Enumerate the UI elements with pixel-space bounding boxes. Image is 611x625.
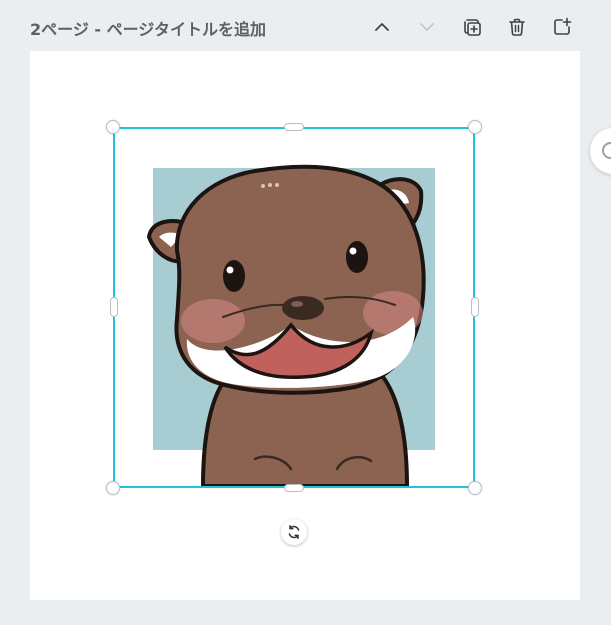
resize-handle-top-right[interactable]	[468, 120, 482, 134]
rotate-icon	[288, 525, 300, 539]
rotate-button[interactable]	[281, 519, 307, 545]
page-header: 2ページ - ページタイトルを追加	[0, 0, 611, 52]
resize-handle-bottom-right[interactable]	[468, 481, 482, 495]
chevron-down-icon	[420, 23, 434, 31]
resize-handle-bottom[interactable]	[284, 484, 304, 492]
move-page-down-button[interactable]	[412, 12, 442, 42]
selection-frame	[113, 127, 475, 488]
chevron-up-icon	[375, 23, 389, 31]
add-page-button[interactable]	[547, 12, 577, 42]
resize-handle-right[interactable]	[471, 297, 479, 317]
add-page-icon	[554, 17, 572, 35]
resize-handle-left[interactable]	[110, 297, 118, 317]
page-title[interactable]: 2ページ - ページタイトルを追加	[30, 16, 266, 40]
circle-icon	[602, 142, 611, 159]
move-page-up-button[interactable]	[367, 12, 397, 42]
duplicate-page-button[interactable]	[457, 12, 487, 42]
delete-page-button[interactable]	[502, 12, 532, 42]
resize-handle-top[interactable]	[284, 123, 304, 131]
duplicate-page-icon	[464, 19, 481, 36]
resize-handle-top-left[interactable]	[106, 120, 120, 134]
trash-icon	[509, 18, 525, 36]
resize-handle-bottom-left[interactable]	[106, 481, 120, 495]
side-panel-button[interactable]	[590, 128, 611, 174]
